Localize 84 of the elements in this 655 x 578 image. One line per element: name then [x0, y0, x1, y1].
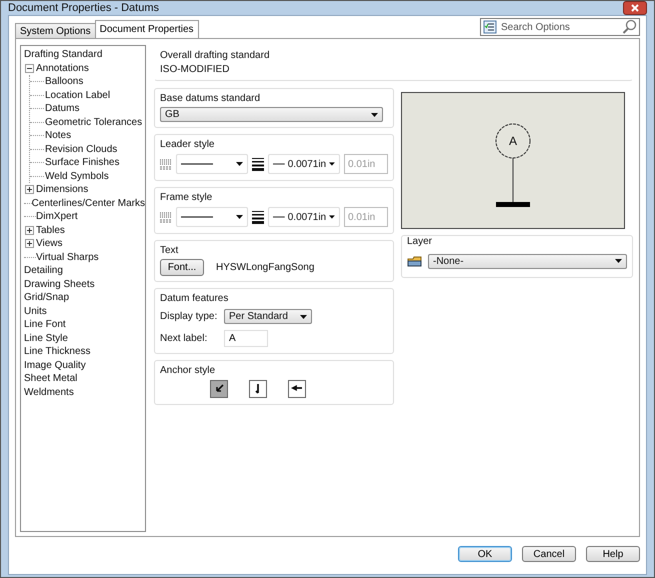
expand-icon[interactable]: [25, 226, 34, 235]
caret-icon: [236, 215, 243, 219]
tree-item[interactable]: Dimensions: [36, 184, 88, 196]
line-sample-icon: [273, 162, 285, 166]
expand-icon[interactable]: [25, 239, 34, 248]
tree-item[interactable]: DimXpert: [36, 211, 78, 222]
font-button[interactable]: Font...: [160, 259, 204, 276]
window-title: Document Properties - Datums: [8, 2, 159, 14]
tab[interactable]: System Options: [15, 23, 96, 38]
anchor-style-button[interactable]: [210, 380, 228, 398]
group-title: Layer: [407, 236, 434, 247]
dialog-button[interactable]: Cancel: [522, 546, 576, 562]
balloon-icon: [493, 121, 533, 161]
folder-icon: [407, 254, 422, 268]
dropdown[interactable]: -None-: [428, 254, 627, 268]
group-title: Base datums standard: [160, 93, 262, 104]
tree-item[interactable]: Line Font: [24, 319, 66, 330]
tree-item[interactable]: Drafting Standard: [24, 49, 102, 60]
close-button[interactable]: [623, 1, 647, 15]
tree-item[interactable]: Centerlines/Center Marks: [32, 198, 145, 209]
anchor-style-button[interactable]: [249, 380, 267, 398]
next-label-field[interactable]: A: [224, 330, 268, 347]
line-sample-icon: [273, 215, 285, 219]
line-sample-icon: [181, 162, 213, 166]
tab[interactable]: Document Properties: [94, 20, 199, 38]
caret-icon: [300, 314, 307, 318]
field-label: Display type:: [160, 311, 218, 322]
tree-item[interactable]: Line Style: [24, 332, 68, 344]
tree-item[interactable]: Annotations: [36, 62, 89, 74]
close-icon[interactable]: [631, 4, 639, 12]
search-icon[interactable]: [622, 19, 637, 34]
caret-icon: [615, 259, 622, 263]
dropdown[interactable]: Per Standard: [224, 309, 312, 324]
caret-icon: [371, 112, 378, 116]
datum-symbol-icon: [496, 158, 530, 207]
tree-item[interactable]: Sheet Metal: [24, 373, 78, 384]
tree-item[interactable]: Units: [24, 306, 47, 317]
tree-item[interactable]: Balloons: [45, 76, 84, 88]
caret-icon: [329, 162, 335, 166]
tree-item[interactable]: Line Thickness: [24, 346, 91, 358]
line-type-dropdown[interactable]: [176, 154, 248, 174]
tree-item[interactable]: Detailing: [24, 265, 63, 276]
group-title: Text: [160, 245, 180, 256]
group-title: Overall drafting standard: [160, 50, 271, 61]
collapse-icon[interactable]: [25, 64, 34, 73]
datum-label: A: [508, 134, 518, 148]
search-field[interactable]: Search Options: [480, 18, 640, 36]
line-thickness-icon: [252, 158, 264, 170]
tree-item[interactable]: Geometric Tolerances: [45, 116, 142, 128]
group-title: Frame style: [160, 192, 214, 203]
line-type-dropdown[interactable]: [176, 207, 248, 227]
group-title: Datum features: [160, 293, 230, 304]
list-icon: [483, 20, 497, 34]
tree-item[interactable]: Weldments: [24, 386, 74, 398]
standard-value: ISO-MODIFIED: [160, 64, 230, 75]
tree-item[interactable]: Virtual Sharps: [36, 252, 99, 263]
group-title: Anchor style: [160, 365, 216, 376]
tree-item[interactable]: Drawing Sheets: [24, 278, 95, 290]
expand-icon[interactable]: [25, 185, 34, 194]
tree-item[interactable]: Grid/Snap: [24, 292, 70, 304]
caret-icon: [329, 215, 335, 219]
caret-icon: [236, 162, 243, 166]
tree-item[interactable]: Surface Finishes: [45, 157, 120, 168]
line-thickness-icon: [252, 210, 264, 224]
tree-item[interactable]: Datums: [45, 103, 80, 114]
tree-item[interactable]: Revision Clouds: [45, 144, 118, 155]
anchor-style-button[interactable]: [288, 380, 306, 398]
line-style-icon: [160, 212, 172, 222]
line-style-icon: [160, 158, 172, 170]
tree-item[interactable]: Image Quality: [24, 360, 86, 371]
tree-item[interactable]: Tables: [36, 224, 65, 236]
field-label: Next label:: [160, 333, 208, 344]
dialog-button[interactable]: Help: [586, 546, 640, 562]
font-name: HYSWLongFangSong: [216, 262, 314, 273]
thickness-dropdown[interactable]: 0.0071in: [268, 207, 340, 227]
tree-item[interactable]: Views: [36, 238, 62, 250]
line-sample-icon: [181, 215, 213, 219]
tree-item[interactable]: Notes: [45, 130, 72, 142]
dropdown[interactable]: GB: [160, 107, 383, 122]
thickness-dropdown[interactable]: 0.0071in: [268, 154, 340, 174]
tree-item[interactable]: Weld Symbols: [45, 170, 109, 182]
group-title: Leader style: [160, 139, 216, 150]
tree-item[interactable]: Location Label: [45, 90, 110, 101]
dialog-button[interactable]: OK: [458, 546, 512, 562]
